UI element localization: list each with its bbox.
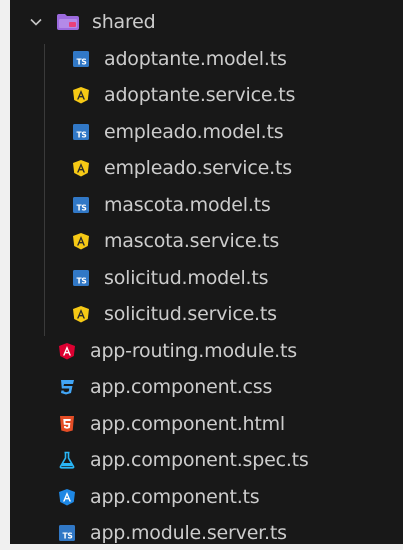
- file-item[interactable]: app.component.spec.ts: [10, 442, 403, 479]
- file-label: empleado.service.ts: [104, 157, 292, 180]
- file-label: mascota.model.ts: [104, 193, 271, 216]
- test-flask-icon: [58, 451, 76, 469]
- file-item[interactable]: TS solicitud.model.ts: [10, 260, 403, 297]
- file-item[interactable]: app.component.ts: [10, 479, 403, 516]
- file-item[interactable]: adoptante.service.ts: [10, 77, 403, 114]
- file-label: adoptante.service.ts: [104, 84, 296, 107]
- angular-component-icon: [58, 488, 76, 506]
- file-label: mascota.service.ts: [104, 230, 280, 253]
- svg-text:TS: TS: [76, 276, 86, 285]
- file-item[interactable]: TS mascota.model.ts: [10, 187, 403, 224]
- file-label: app-routing.module.ts: [90, 339, 297, 362]
- angular-service-icon: [72, 305, 90, 323]
- file-item[interactable]: solicitud.service.ts: [10, 296, 403, 333]
- file-explorer: shared TS adoptante.model.ts adoptante.s…: [0, 0, 403, 550]
- folder-shared[interactable]: shared: [10, 4, 403, 41]
- angular-service-icon: [72, 159, 90, 177]
- file-tree: shared TS adoptante.model.ts adoptante.s…: [10, 4, 403, 550]
- file-label: solicitud.model.ts: [104, 266, 269, 289]
- svg-text:TS: TS: [76, 57, 86, 66]
- file-item[interactable]: app.component.html: [10, 406, 403, 443]
- svg-text:TS: TS: [76, 130, 86, 139]
- file-label: solicitud.service.ts: [104, 303, 277, 326]
- folder-label: shared: [92, 11, 156, 34]
- svg-text:TS: TS: [76, 203, 86, 212]
- svg-text:TS: TS: [62, 532, 72, 541]
- typescript-icon: TS: [72, 196, 90, 214]
- file-label: empleado.model.ts: [104, 120, 284, 143]
- html-icon: [58, 415, 76, 433]
- typescript-icon: TS: [72, 123, 90, 141]
- file-item[interactable]: TS empleado.model.ts: [10, 114, 403, 151]
- angular-service-icon: [72, 86, 90, 104]
- typescript-icon: TS: [58, 524, 76, 542]
- bottom-edge: [10, 544, 403, 550]
- angular-service-icon: [72, 232, 90, 250]
- typescript-icon: TS: [72, 50, 90, 68]
- chevron-down-icon[interactable]: [28, 14, 44, 30]
- folder-shared-icon: [56, 13, 80, 31]
- file-item[interactable]: app-routing.module.ts: [10, 333, 403, 370]
- file-label: app.component.html: [90, 412, 286, 435]
- file-item[interactable]: app.component.css: [10, 369, 403, 406]
- angular-routing-icon: [58, 342, 76, 360]
- file-label: app.module.server.ts: [90, 522, 287, 545]
- typescript-icon: TS: [72, 269, 90, 287]
- file-item[interactable]: TS adoptante.model.ts: [10, 41, 403, 78]
- file-item[interactable]: mascota.service.ts: [10, 223, 403, 260]
- file-label: adoptante.model.ts: [104, 47, 287, 70]
- file-label: app.component.css: [90, 376, 273, 399]
- css-icon: [58, 378, 76, 396]
- file-item[interactable]: empleado.service.ts: [10, 150, 403, 187]
- left-edge: [0, 0, 10, 550]
- file-label: app.component.spec.ts: [90, 449, 309, 472]
- file-label: app.component.ts: [90, 485, 260, 508]
